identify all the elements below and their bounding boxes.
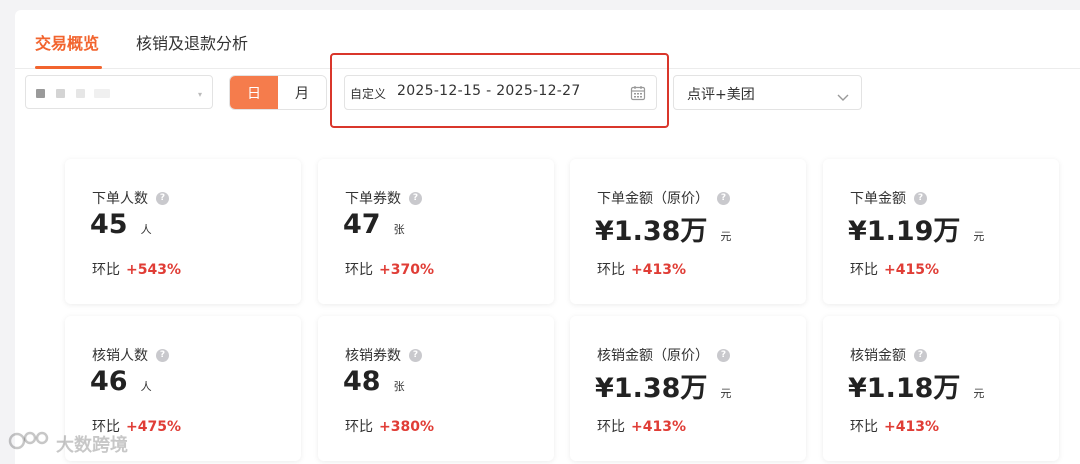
help-icon[interactable]: ? [717,348,730,362]
change-label: 环比 [345,419,373,435]
metric-label: 核销金额? [850,345,927,365]
metric-card: 下单人数? 45 人 环比 +543% [65,159,301,304]
metric-unit: 元 [720,387,732,400]
metric-label: 下单金额? [850,188,927,208]
tab-transaction-overview[interactable]: 交易概览 [35,30,99,54]
metric-value-number: 46 [90,366,128,397]
store-select[interactable]: ▾ [25,75,213,109]
change-label: 环比 [850,262,878,278]
metric-value: 48 张 [343,366,405,397]
blurred-store-name [56,89,65,98]
change-label: 环比 [597,262,625,278]
metric-value: 45 人 [90,209,152,240]
metric-value: 47 张 [343,209,405,240]
tab-redemption-refund-analysis[interactable]: 核销及退款分析 [136,30,248,54]
metric-value-number: ¥1.18万 [848,373,961,404]
metric-label-text: 下单金额（原价） [597,191,709,207]
change-value: +413% [631,262,686,278]
change-value: +543% [126,262,181,278]
watermark: 大数跨境 [8,428,128,459]
change-label: 环比 [345,262,373,278]
change-label: 环比 [850,419,878,435]
metric-card: 核销金额（原价）? ¥1.38万元 环比 +413% [570,316,806,461]
metric-card: 下单金额? ¥1.19万元 环比 +415% [823,159,1059,304]
metric-value-number: ¥1.38万 [595,373,708,404]
change-value: +415% [884,262,939,278]
metric-change: 环比 +370% [345,259,434,279]
metric-label-text: 下单金额 [850,191,906,207]
metric-label-text: 下单人数 [92,191,148,207]
metric-value-number: ¥1.38万 [595,216,708,247]
metric-label: 核销金额（原价）? [597,345,730,365]
metric-value: ¥1.19万元 [848,209,984,248]
help-icon[interactable]: ? [914,191,927,205]
metric-unit: 张 [393,223,405,236]
metric-change: 环比 +543% [92,259,181,279]
caret-down-icon: ▾ [197,90,202,99]
metric-value: 46 人 [90,366,152,397]
change-label: 环比 [92,262,120,278]
metric-unit: 元 [720,230,732,243]
help-icon[interactable]: ? [156,191,169,205]
metric-unit: 人 [140,223,152,236]
metric-unit: 元 [973,230,985,243]
metric-label-text: 核销金额 [850,348,906,364]
metric-value-number: ¥1.19万 [848,216,961,247]
metric-label-text: 核销人数 [92,348,148,364]
change-value: +413% [631,419,686,435]
help-icon[interactable]: ? [409,191,422,205]
metric-value: ¥1.18万元 [848,366,984,405]
metric-unit: 张 [393,380,405,393]
metric-value-number: 47 [343,209,381,240]
metric-value-number: 48 [343,366,381,397]
watermark-text: 大数跨境 [56,434,128,456]
metric-label: 核销券数? [345,345,422,365]
help-icon[interactable]: ? [914,348,927,362]
change-label: 环比 [597,419,625,435]
change-value: +475% [126,419,181,435]
metric-unit: 元 [973,387,985,400]
metric-label: 下单券数? [345,188,422,208]
period-toggle: 日 月 [229,75,327,110]
metric-change: 环比 +380% [345,416,434,436]
metric-label: 核销人数? [92,345,169,365]
metric-change: 环比 +413% [597,259,686,279]
blurred-store-name [36,89,45,98]
platform-select-value: 点评+美团 [687,87,755,103]
metric-card: 核销券数? 48 张 环比 +380% [318,316,554,461]
metric-card: 下单金额（原价）? ¥1.38万元 环比 +413% [570,159,806,304]
metric-label: 下单人数? [92,188,169,208]
date-range-highlight-box [330,53,669,128]
help-icon[interactable]: ? [156,348,169,362]
metric-change: 环比 +413% [850,416,939,436]
metric-value: ¥1.38万元 [595,366,731,405]
active-tab-underline [35,66,102,69]
metric-change: 环比 +415% [850,259,939,279]
change-value: +380% [379,419,434,435]
metric-label-text: 核销券数 [345,348,401,364]
metric-value: ¥1.38万元 [595,209,731,248]
platform-select[interactable]: 点评+美团 [673,75,862,110]
metric-label-text: 核销金额（原价） [597,348,709,364]
blurred-store-name [94,89,110,98]
help-icon[interactable]: ? [717,191,730,205]
metric-label: 下单金额（原价）? [597,188,730,208]
change-value: +413% [884,419,939,435]
metric-card: 核销金额? ¥1.18万元 环比 +413% [823,316,1059,461]
metric-change: 环比 +413% [597,416,686,436]
metric-value-number: 45 [90,209,128,240]
period-day-button[interactable]: 日 [230,76,278,109]
blurred-store-name [76,89,85,98]
metric-unit: 人 [140,380,152,393]
chevron-down-icon [837,87,849,106]
change-value: +370% [379,262,434,278]
period-month-button[interactable]: 月 [278,76,326,109]
help-icon[interactable]: ? [409,348,422,362]
watermark-logo-icon [8,428,50,459]
metric-label-text: 下单券数 [345,191,401,207]
metric-card: 下单券数? 47 张 环比 +370% [318,159,554,304]
